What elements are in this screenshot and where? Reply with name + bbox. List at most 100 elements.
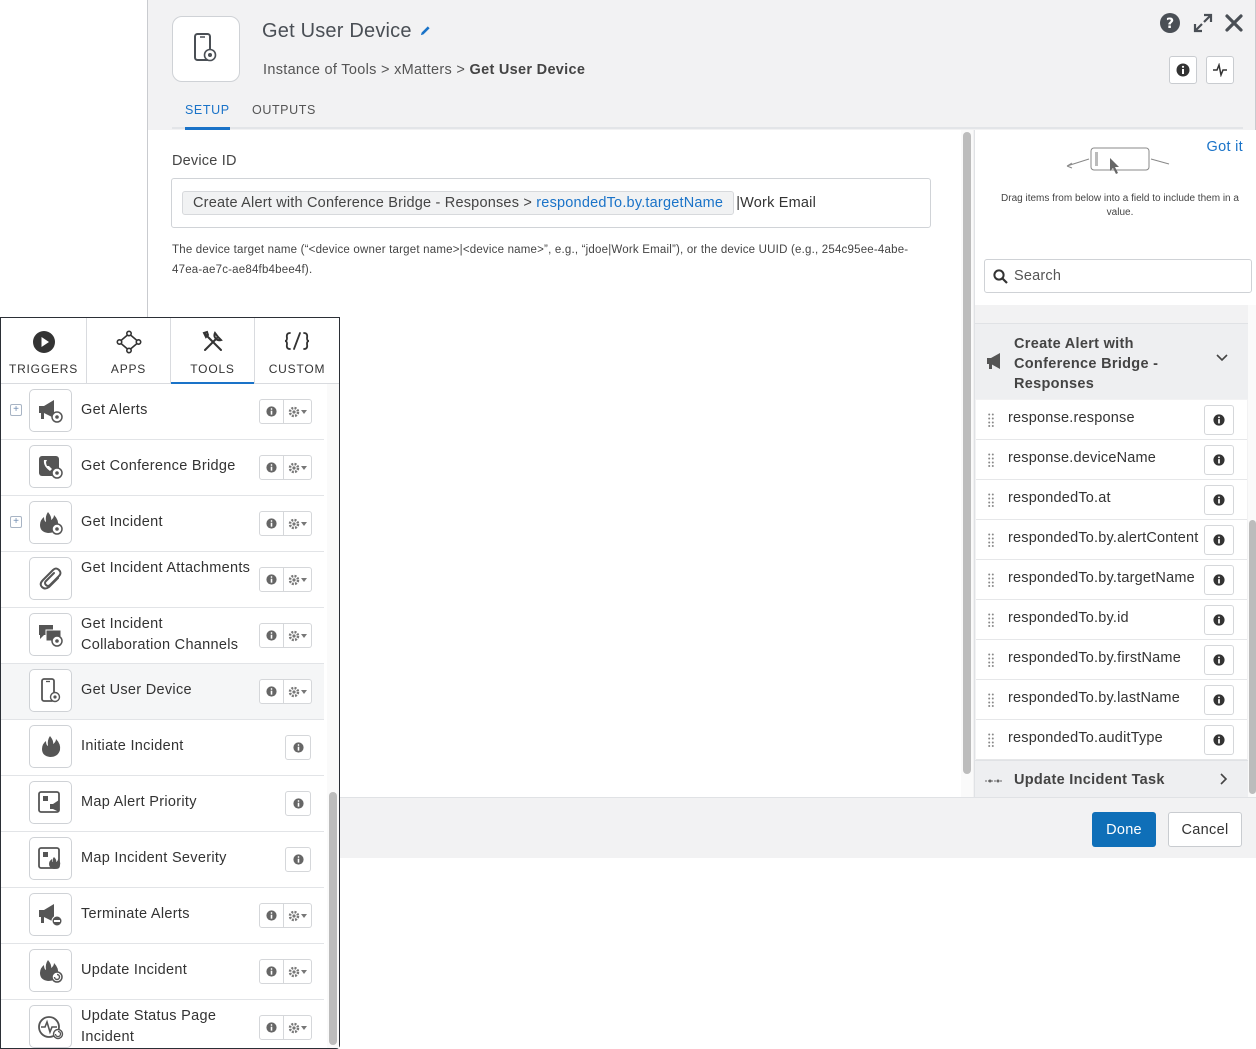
- property-info-button[interactable]: [1204, 525, 1234, 555]
- property-info-button[interactable]: [1204, 605, 1234, 635]
- tool-item[interactable]: Get User Device: [1, 664, 324, 720]
- tool-settings-button[interactable]: [284, 455, 312, 480]
- tool-info-button[interactable]: [259, 623, 284, 648]
- property-info-button[interactable]: [1204, 685, 1234, 715]
- done-button[interactable]: Done: [1092, 812, 1156, 847]
- caret-down-icon: [301, 633, 307, 638]
- property-item[interactable]: respondedTo.by.lastName: [976, 680, 1247, 720]
- property-item[interactable]: respondedTo.by.alertContent: [976, 520, 1247, 560]
- tool-info-button[interactable]: [259, 567, 284, 592]
- scrollbar-thumb[interactable]: [329, 792, 337, 1045]
- tool-settings-button[interactable]: [284, 567, 312, 592]
- tool-settings-button[interactable]: [284, 679, 312, 704]
- tool-settings-button[interactable]: [284, 959, 312, 984]
- tool-item[interactable]: + Get Alerts: [1, 384, 324, 440]
- property-pill[interactable]: Create Alert with Conference Bridge - Re…: [182, 191, 735, 215]
- expand-icon[interactable]: +: [10, 516, 22, 528]
- property-item[interactable]: respondedTo.by.targetName: [976, 560, 1247, 600]
- properties-scrollbar[interactable]: [1248, 305, 1256, 797]
- property-item[interactable]: response.response: [976, 400, 1247, 440]
- tool-info-button[interactable]: [259, 399, 284, 424]
- pencil-icon[interactable]: [420, 24, 431, 39]
- close-icon[interactable]: [1225, 14, 1243, 32]
- tool-item[interactable]: + Get Incident: [1, 496, 324, 552]
- tool-item[interactable]: Get Conference Bridge: [1, 440, 324, 496]
- property-info-button[interactable]: [1204, 725, 1234, 755]
- expand-icon[interactable]: +: [10, 404, 22, 416]
- info-icon: [266, 966, 277, 977]
- drag-handle-icon[interactable]: [988, 693, 994, 707]
- drag-handle-icon[interactable]: [988, 613, 994, 627]
- drag-handle-icon[interactable]: [988, 533, 994, 547]
- tool-settings-button[interactable]: [284, 511, 312, 536]
- tab-label: TOOLS: [190, 362, 235, 376]
- tab-tools[interactable]: TOOLS: [171, 318, 255, 385]
- caret-down-icon: [301, 521, 307, 526]
- property-item[interactable]: respondedTo.by.firstName: [976, 640, 1247, 680]
- property-info-button[interactable]: [1204, 645, 1234, 675]
- map-flame-icon: [37, 846, 60, 869]
- gear-icon: [288, 462, 300, 473]
- cancel-button[interactable]: Cancel: [1168, 812, 1242, 847]
- setup-scrollbar[interactable]: [961, 130, 973, 797]
- expand-icon[interactable]: [1193, 13, 1213, 33]
- tab-setup[interactable]: SETUP: [185, 103, 230, 130]
- drag-handle-icon[interactable]: [988, 653, 994, 667]
- search-input[interactable]: Search: [984, 259, 1252, 293]
- tab-outputs[interactable]: OUTPUTS: [252, 103, 316, 127]
- tool-info-button[interactable]: [285, 847, 311, 872]
- got-it-link[interactable]: Got it: [1207, 139, 1243, 155]
- property-info-button[interactable]: [1204, 405, 1234, 435]
- property-info-button[interactable]: [1204, 445, 1234, 475]
- palette-scrollbar[interactable]: [327, 384, 339, 1048]
- tool-settings-button[interactable]: [284, 1015, 312, 1040]
- activity-button[interactable]: [1206, 56, 1234, 84]
- tool-info-button[interactable]: [259, 903, 284, 928]
- scrollbar-thumb[interactable]: [1249, 520, 1256, 794]
- drag-handle-icon[interactable]: [988, 573, 994, 587]
- drag-handle-icon[interactable]: [988, 453, 994, 467]
- tab-triggers[interactable]: TRIGGERS: [1, 318, 87, 384]
- tool-info-button[interactable]: [259, 455, 284, 480]
- pill-property-link[interactable]: respondedTo.by.targetName: [536, 195, 723, 211]
- tool-item[interactable]: Get Incident Attachments: [1, 552, 324, 608]
- scrollbar-thumb[interactable]: [963, 132, 971, 774]
- tool-item[interactable]: Map Alert Priority: [1, 776, 324, 832]
- tool-item[interactable]: Initiate Incident: [1, 720, 324, 776]
- property-item[interactable]: response.deviceName: [976, 440, 1247, 480]
- group-header-update-incident-task[interactable]: Update Incident Task: [975, 760, 1248, 797]
- property-info-button[interactable]: [1204, 565, 1234, 595]
- drag-handle-icon[interactable]: [988, 733, 994, 747]
- tool-info-button[interactable]: [259, 511, 284, 536]
- tool-info-button[interactable]: [259, 679, 284, 704]
- tool-item[interactable]: Map Incident Severity: [1, 832, 324, 888]
- tool-info-button[interactable]: [259, 1015, 284, 1040]
- tool-item[interactable]: Update Incident: [1, 944, 324, 1000]
- group-header-create-alert[interactable]: Create Alert with Conference Bridge - Re…: [975, 323, 1248, 399]
- tool-settings-button[interactable]: [284, 399, 312, 424]
- property-item[interactable]: respondedTo.auditType: [976, 720, 1247, 760]
- paperclip-icon: [39, 567, 61, 589]
- tool-info-button[interactable]: [285, 791, 311, 816]
- tool-item[interactable]: Update Status Page Incident: [1, 1000, 324, 1048]
- tool-info-button[interactable]: [285, 735, 311, 760]
- breadcrumb-path: Instance of Tools > xMatters >: [263, 62, 470, 78]
- drag-handle-icon[interactable]: [988, 413, 994, 427]
- property-item[interactable]: respondedTo.by.id: [976, 600, 1247, 640]
- property-item[interactable]: respondedTo.at: [976, 480, 1247, 520]
- device-id-field[interactable]: Create Alert with Conference Bridge - Re…: [171, 178, 931, 228]
- tool-item[interactable]: Get Incident Collaboration Channels: [1, 608, 324, 664]
- tool-settings-button[interactable]: [284, 623, 312, 648]
- info-icon: [1213, 414, 1225, 426]
- drag-handle-icon[interactable]: [988, 493, 994, 507]
- tool-settings-button[interactable]: [284, 903, 312, 928]
- search-placeholder: Search: [1014, 268, 1062, 284]
- tab-custom[interactable]: CUSTOM: [255, 318, 339, 384]
- help-icon[interactable]: ?: [1159, 12, 1181, 34]
- tool-info-button[interactable]: [259, 959, 284, 984]
- property-info-button[interactable]: [1204, 485, 1234, 515]
- chevron-down-icon: [1216, 354, 1228, 362]
- tab-apps[interactable]: APPS: [87, 318, 171, 384]
- tool-item[interactable]: Terminate Alerts: [1, 888, 324, 944]
- info-button[interactable]: [1169, 56, 1197, 84]
